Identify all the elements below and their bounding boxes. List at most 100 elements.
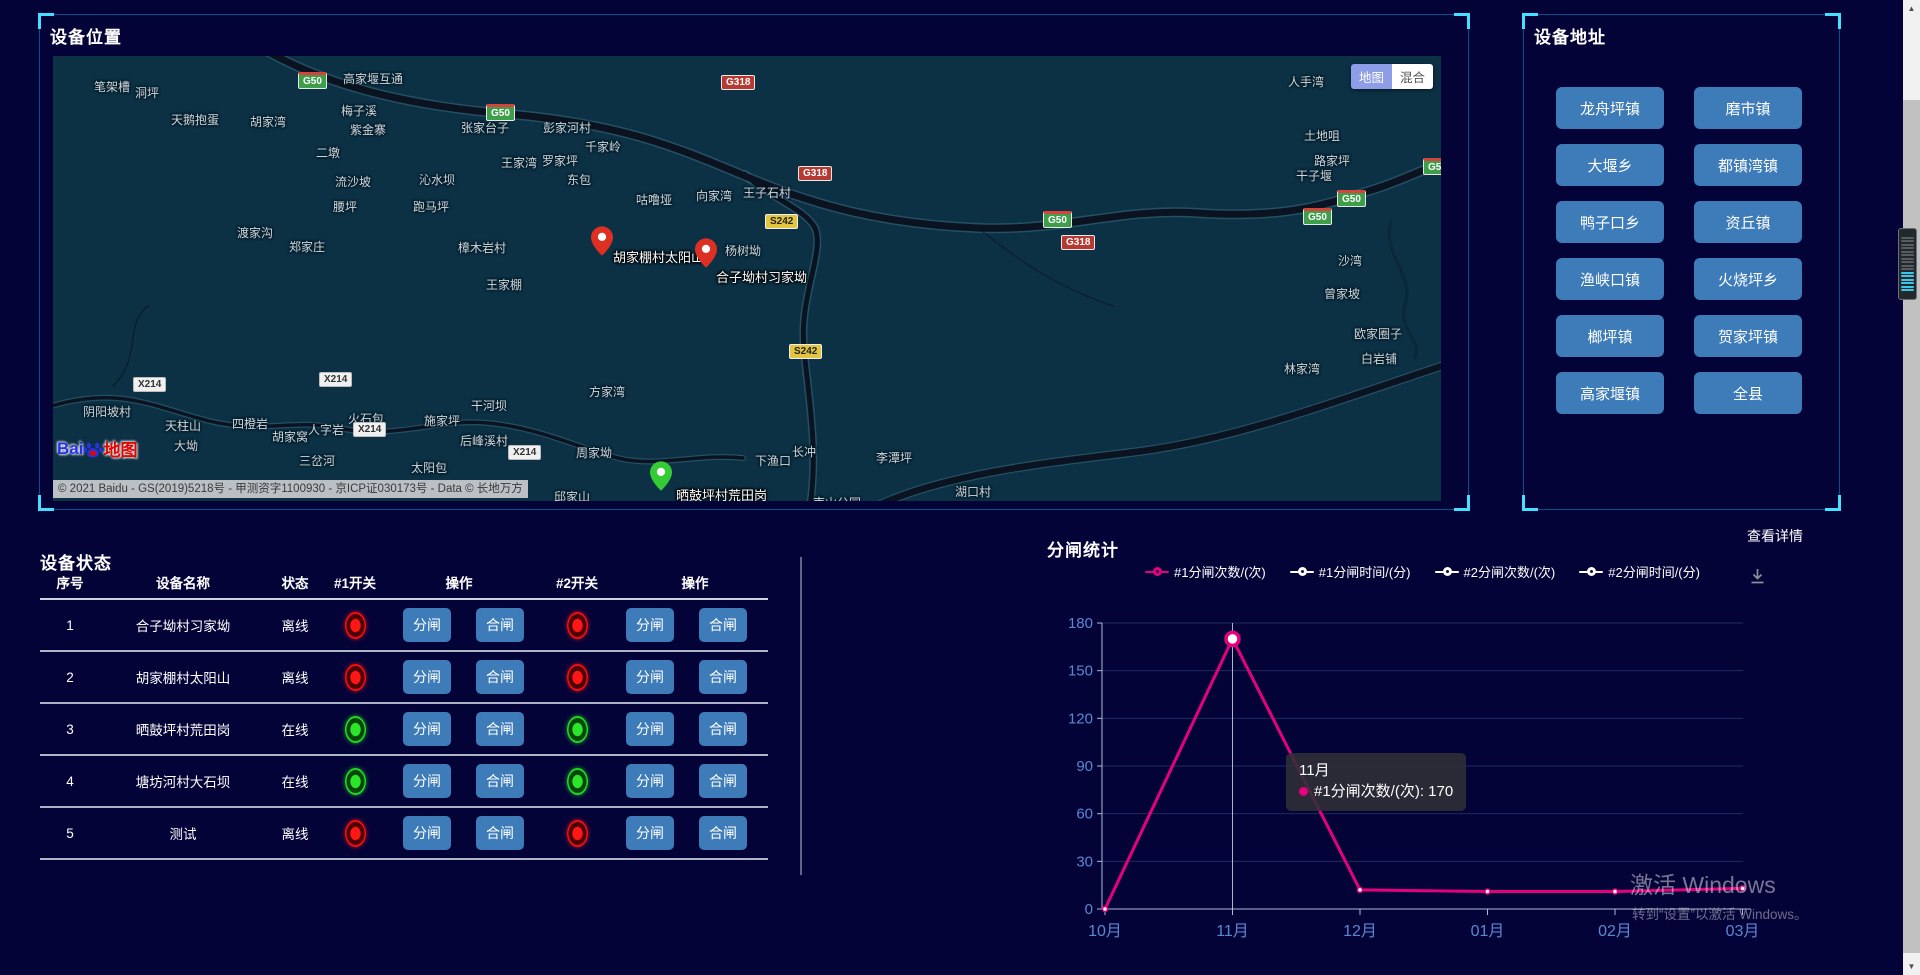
device-status: 在线: [266, 771, 324, 791]
trip-button[interactable]: 分闸: [626, 608, 674, 642]
table-row: 4塘坊河村大石坝在线分闸合闸分闸合闸: [40, 756, 768, 808]
map-place-label: 林家湾: [1284, 360, 1320, 377]
switch-indicator-red: [567, 612, 588, 639]
map-place-label: 渡家沟: [237, 224, 273, 241]
brightness-osd-overlay: [1898, 228, 1917, 300]
map-place-label: 王家棚: [486, 276, 522, 293]
svg-text:90: 90: [1076, 758, 1093, 775]
svg-text:60: 60: [1076, 806, 1093, 823]
map-place-label: 樟木岩村: [458, 239, 506, 256]
address-button[interactable]: 火烧坪乡: [1694, 258, 1802, 300]
address-button[interactable]: 榔坪镇: [1556, 315, 1664, 357]
col-header-sw1: #1开关: [324, 572, 386, 592]
map-place-label: 白岩铺: [1361, 350, 1397, 367]
baidu-map[interactable]: 地图 混合 Bai 地图 © 2021 Baidu - GS(2019)5218…: [53, 56, 1441, 501]
legend-item[interactable]: #2分闸次数/(次): [1435, 562, 1556, 581]
close-button[interactable]: 合闸: [476, 816, 524, 850]
close-button[interactable]: 合闸: [699, 660, 747, 694]
map-place-label: 方家湾: [589, 383, 625, 400]
svg-text:11月: 11月: [1216, 923, 1249, 940]
close-button[interactable]: 合闸: [699, 764, 747, 798]
road-badge-g318: G318: [1061, 235, 1095, 250]
map-type-option-map[interactable]: 地图: [1351, 64, 1392, 89]
road-badge-g318: G318: [721, 75, 755, 90]
address-button[interactable]: 龙舟坪镇: [1556, 87, 1664, 129]
row-no: 1: [40, 618, 100, 633]
map-place-label: 干子堰: [1296, 167, 1332, 184]
corner-decoration: [1454, 13, 1470, 29]
map-place-label: 高家堰互通: [343, 70, 403, 87]
device-status: 在线: [266, 719, 324, 739]
close-button[interactable]: 合闸: [476, 608, 524, 642]
svg-text:12月: 12月: [1343, 923, 1377, 940]
map-marker-pin[interactable]: [591, 226, 613, 256]
map-type-option-hybrid[interactable]: 混合: [1392, 64, 1433, 89]
trip-button[interactable]: 分闸: [626, 816, 674, 850]
trip-button[interactable]: 分闸: [626, 660, 674, 694]
corner-decoration: [1522, 495, 1538, 511]
map-marker-pin[interactable]: [695, 238, 717, 268]
trip-button[interactable]: 分闸: [403, 608, 451, 642]
map-marker-pin[interactable]: [650, 461, 672, 491]
map-place-label: 彭家河村: [543, 119, 591, 136]
trip-button[interactable]: 分闸: [403, 764, 451, 798]
page-scrollbar[interactable]: ▲ ▼: [1903, 0, 1920, 975]
legend-item[interactable]: #2分闸时间/(分): [1579, 562, 1700, 581]
svg-text:02月: 02月: [1598, 923, 1632, 940]
close-button[interactable]: 合闸: [476, 764, 524, 798]
road-badge-g50: G50: [1423, 158, 1441, 175]
address-button[interactable]: 全县: [1694, 372, 1802, 414]
scrollbar-down-arrow[interactable]: ▼: [1903, 958, 1920, 975]
close-button[interactable]: 合闸: [699, 608, 747, 642]
view-details-link[interactable]: 查看详情: [1747, 526, 1803, 546]
device-name: 胡家棚村太阳山: [100, 667, 266, 687]
col-header-sw2: #2开关: [532, 572, 622, 592]
trip-button[interactable]: 分闸: [626, 712, 674, 746]
road-badge-g318: G318: [798, 166, 832, 181]
series-dot-icon: [1299, 787, 1308, 796]
road-badge-x214: X214: [353, 422, 386, 437]
legend-item[interactable]: #1分闸次数/(次): [1145, 562, 1266, 581]
map-place-label: 千家岭: [585, 138, 621, 155]
switch-indicator-green: [345, 716, 366, 743]
close-button[interactable]: 合闸: [699, 712, 747, 746]
map-place-label: 后峰溪村: [460, 432, 508, 449]
address-button[interactable]: 资丘镇: [1694, 201, 1802, 243]
address-button-grid: 龙舟坪镇磨市镇大堰乡都镇湾镇鸭子口乡资丘镇渔峡口镇火烧坪乡榔坪镇贺家坪镇高家堰镇…: [1556, 87, 1802, 414]
map-place-label: 东包: [567, 171, 591, 188]
trip-button[interactable]: 分闸: [403, 660, 451, 694]
device-address-panel: 设备地址 龙舟坪镇磨市镇大堰乡都镇湾镇鸭子口乡资丘镇渔峡口镇火烧坪乡榔坪镇贺家坪…: [1523, 14, 1840, 510]
trip-button[interactable]: 分闸: [626, 764, 674, 798]
map-place-label: 胡家湾: [250, 113, 286, 130]
svg-text:0: 0: [1085, 901, 1093, 918]
road-badge-g50: G50: [1043, 211, 1072, 228]
map-place-label: 人手湾: [1288, 73, 1324, 90]
address-button[interactable]: 鸭子口乡: [1556, 201, 1664, 243]
address-button[interactable]: 渔峡口镇: [1556, 258, 1664, 300]
device-location-title: 设备位置: [50, 23, 122, 48]
map-place-label: 沁水坝: [419, 171, 455, 188]
scrollbar-up-arrow[interactable]: ▲: [1903, 0, 1920, 17]
address-button[interactable]: 磨市镇: [1694, 87, 1802, 129]
trip-stats-title: 分闸统计: [1047, 536, 1119, 561]
download-icon[interactable]: [1748, 567, 1767, 590]
legend-line-icon: [1579, 567, 1603, 576]
map-place-label: 长冲: [792, 443, 816, 460]
close-button[interactable]: 合闸: [476, 712, 524, 746]
map-place-label: 杨树坳: [725, 242, 761, 259]
address-button[interactable]: 大堰乡: [1556, 144, 1664, 186]
road-badge-x214: X214: [508, 445, 541, 460]
address-button[interactable]: 贺家坪镇: [1694, 315, 1802, 357]
legend-item[interactable]: #1分闸时间/(分): [1290, 562, 1411, 581]
trip-button[interactable]: 分闸: [403, 816, 451, 850]
address-button[interactable]: 都镇湾镇: [1694, 144, 1802, 186]
trip-button[interactable]: 分闸: [403, 712, 451, 746]
close-button[interactable]: 合闸: [476, 660, 524, 694]
legend-line-icon: [1145, 567, 1169, 576]
map-marker-label: 合子坳村习家坳: [716, 267, 807, 286]
device-name: 合子坳村习家坳: [100, 615, 266, 635]
map-place-label: 张家台子: [461, 119, 509, 136]
address-button[interactable]: 高家堰镇: [1556, 372, 1664, 414]
legend-label: #1分闸时间/(分): [1319, 562, 1411, 581]
close-button[interactable]: 合闸: [699, 816, 747, 850]
